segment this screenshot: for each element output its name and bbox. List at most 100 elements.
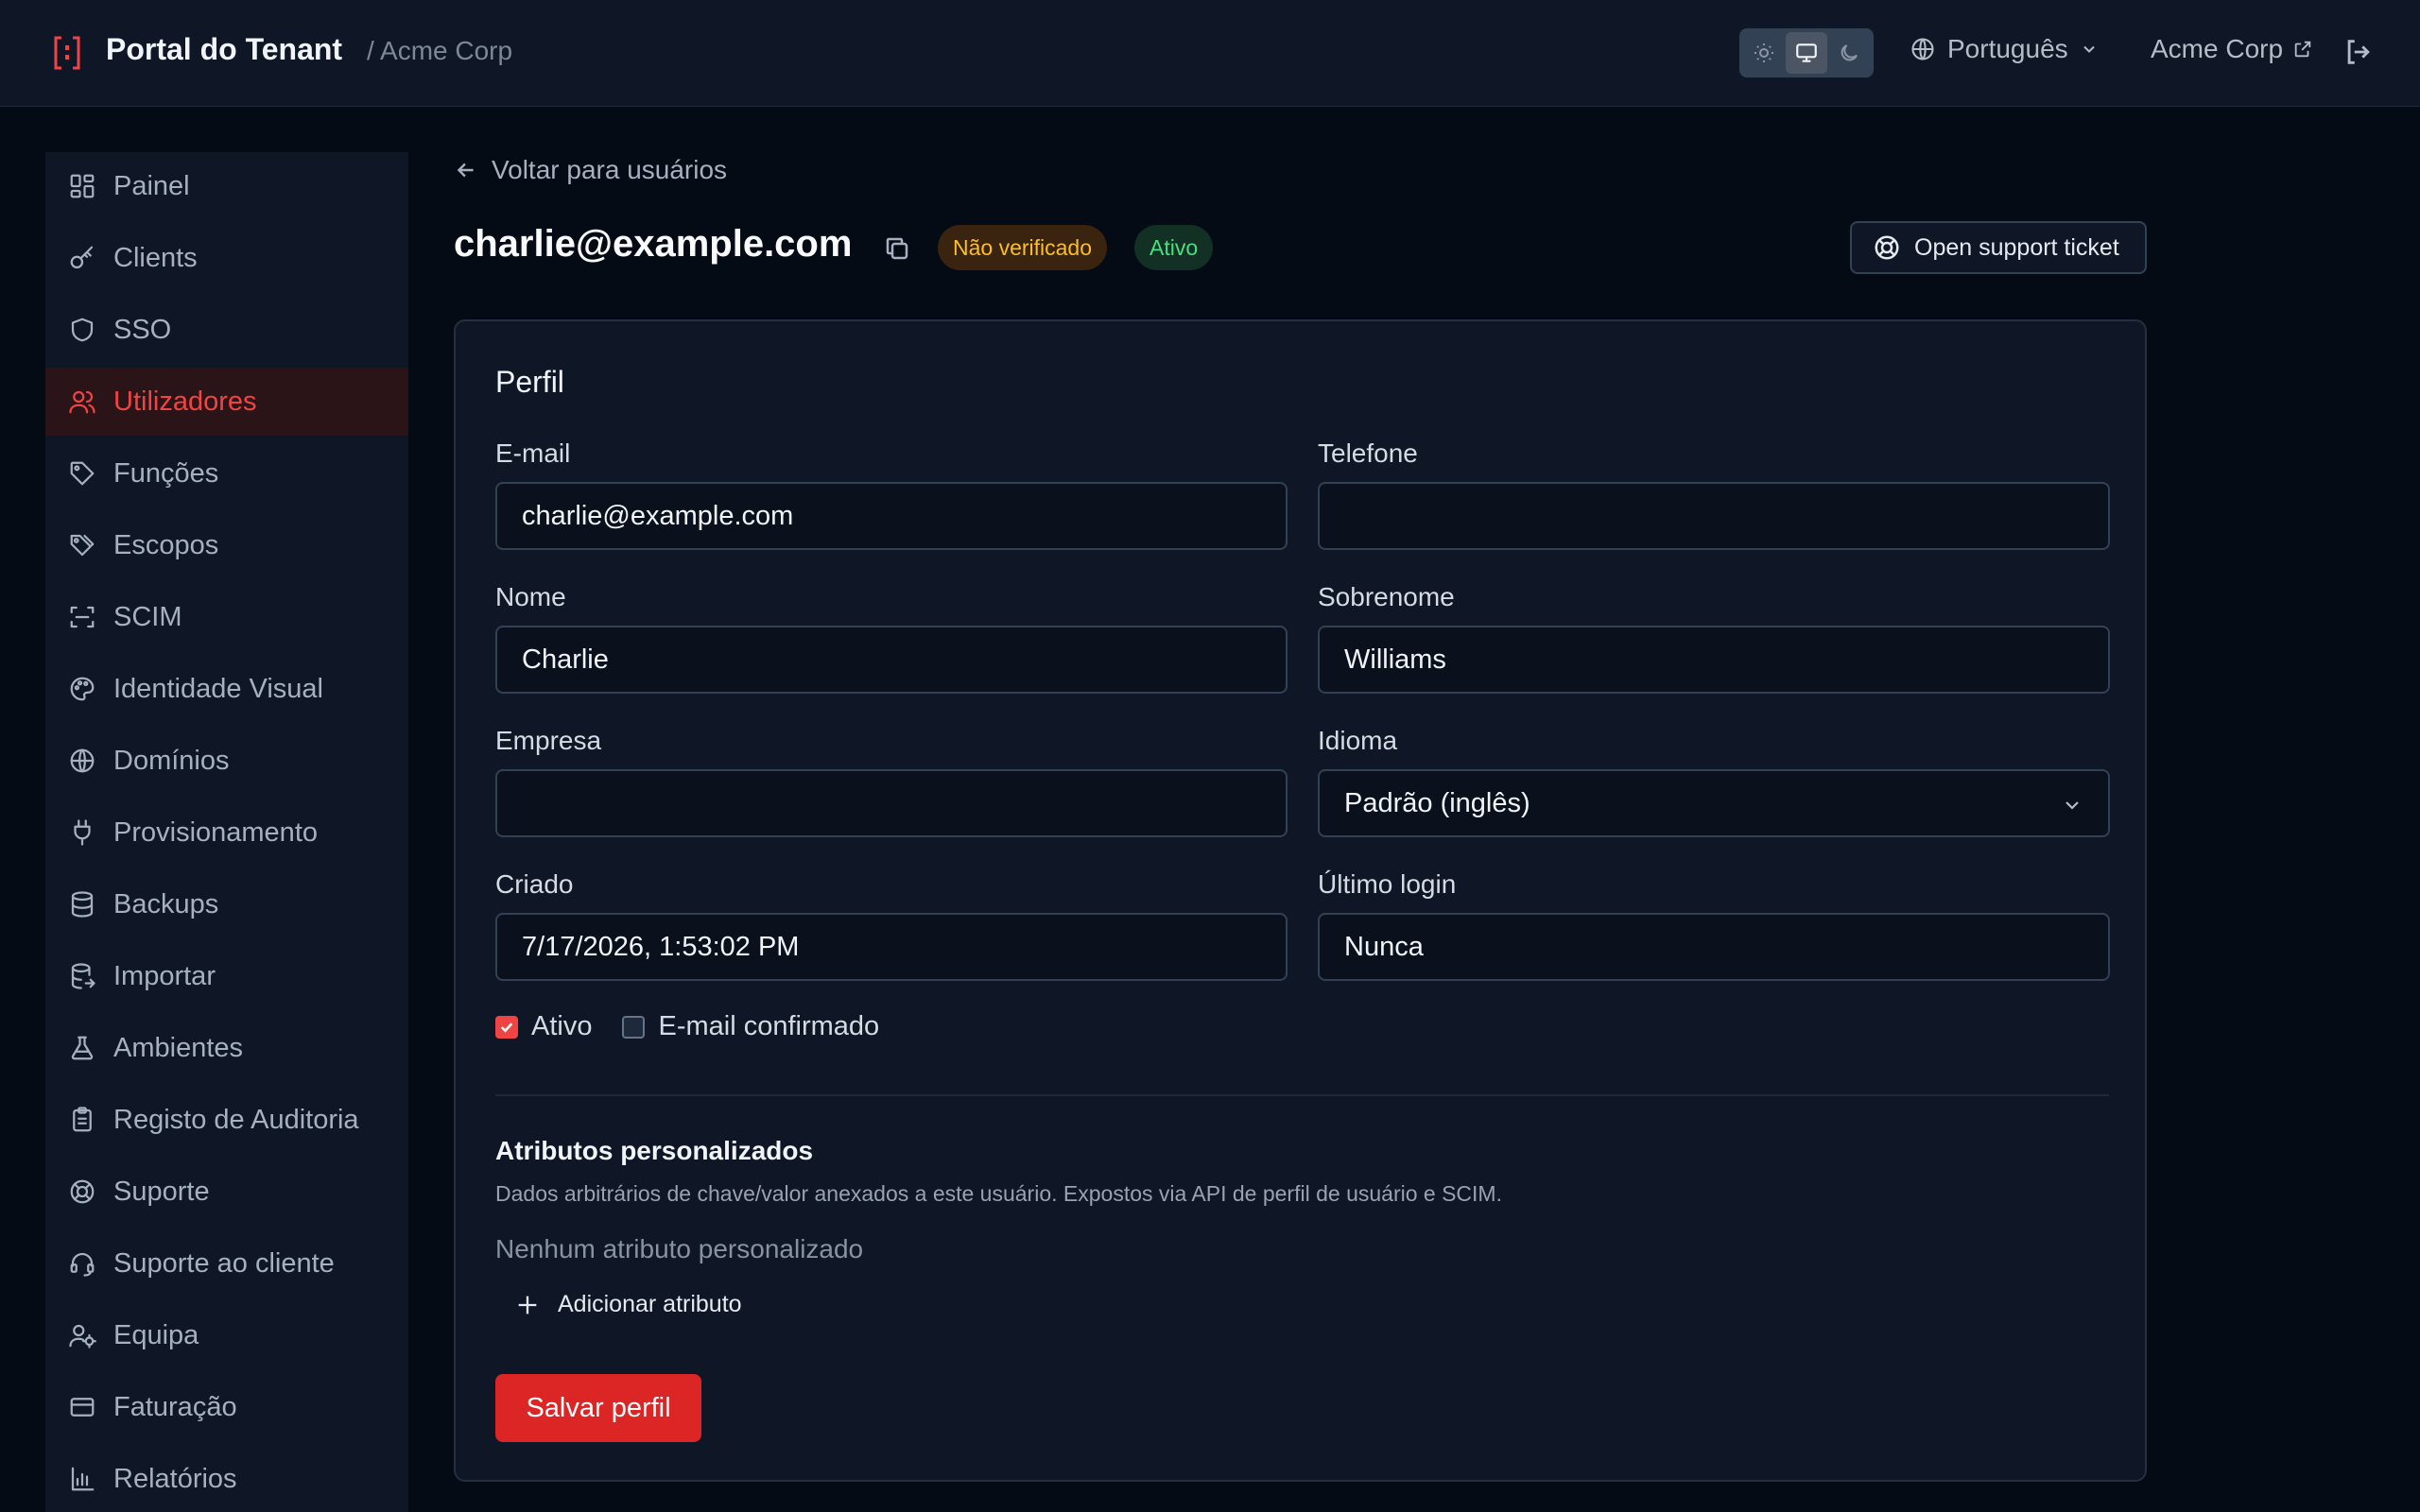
first-name-field[interactable]: Charlie — [495, 626, 1288, 694]
logout-icon[interactable] — [2342, 36, 2375, 68]
sidebar-item-sso[interactable]: SSO — [45, 296, 408, 364]
sidebar-item-ambientes[interactable]: Ambientes — [45, 1014, 408, 1082]
sidebar-item-scim[interactable]: SCIM — [45, 583, 408, 651]
database-icon — [71, 891, 94, 918]
email-confirmed-checkbox[interactable] — [622, 1015, 646, 1039]
email-field[interactable]: charlie@example.com — [495, 482, 1288, 550]
dashboard-icon — [70, 174, 95, 198]
active-checkbox[interactable] — [495, 1015, 518, 1039]
clipboard-icon — [73, 1107, 92, 1132]
company-field[interactable] — [495, 769, 1288, 837]
save-profile-button[interactable]: Salvar perfil — [495, 1374, 701, 1442]
section-divider — [495, 1094, 2109, 1096]
sidebar-item-label: SCIM — [113, 601, 182, 632]
sidebar-item-label: Provisionamento — [113, 816, 318, 848]
checkbox-row: Ativo E-mail confirmado — [495, 1011, 879, 1042]
active-checkbox-label: Ativo — [531, 1011, 593, 1041]
custom-attributes-empty: Nenhum atributo personalizado — [495, 1234, 864, 1263]
brand-logo-icon — [54, 36, 80, 70]
sidebar-item-label: Utilizadores — [113, 386, 257, 417]
app-title[interactable]: Portal do Tenant — [106, 32, 342, 67]
moon-icon — [1841, 44, 1858, 61]
last-login-field[interactable]: Nunca — [1318, 913, 2110, 981]
key-icon — [70, 246, 94, 269]
sidebar-item-domínios[interactable]: Domínios — [45, 727, 408, 795]
sidebar-item-label: SSO — [113, 314, 172, 345]
sidebar-item-relatórios[interactable]: Relatórios — [45, 1445, 408, 1512]
chevron-down-icon — [2083, 45, 2095, 53]
add-attribute-label: Adicionar atributo — [558, 1291, 742, 1317]
tags-icon — [70, 534, 95, 557]
phone-label: Telefone — [1318, 438, 1418, 468]
page-title: charlie@example.com — [454, 223, 853, 265]
chevron-down-icon — [2066, 801, 2079, 810]
language-select[interactable]: Padrão (inglês) — [1318, 769, 2110, 837]
copy-icon[interactable] — [883, 234, 911, 263]
theme-toggle — [1739, 28, 1874, 77]
sidebar-item-importar[interactable]: Importar — [45, 942, 408, 1010]
scan-icon — [70, 606, 95, 628]
sidebar-item-painel[interactable]: Painel — [45, 152, 408, 220]
lifebuoy-icon — [70, 1179, 95, 1204]
last-name-field[interactable]: Williams — [1318, 626, 2110, 694]
bar-chart-icon — [71, 1467, 95, 1491]
tenant-external-link[interactable]: Acme Corp — [2151, 34, 2313, 64]
sidebar-item-faturação[interactable]: Faturação — [45, 1373, 408, 1441]
theme-dark-button[interactable] — [1829, 32, 1870, 74]
sidebar-item-label: Relatórios — [113, 1463, 237, 1494]
sidebar-item-label: Identidade Visual — [113, 673, 323, 704]
back-link-label: Voltar para usuários — [492, 155, 728, 184]
sidebar-item-label: Importar — [113, 960, 216, 991]
credit-card-icon — [70, 1398, 95, 1417]
sidebar-item-backups[interactable]: Backups — [45, 870, 408, 938]
sidebar-item-label: Clients — [113, 242, 198, 273]
sidebar-item-label: Equipa — [113, 1319, 199, 1350]
sidebar: Painel Clients SSO Utilizadores Funções Escop… — [45, 152, 408, 1512]
first-name-label: Nome — [495, 582, 566, 611]
sidebar-item-registo-de-auditoria[interactable]: Registo de Auditoria — [45, 1086, 408, 1154]
created-field[interactable]: 7/17/2026, 1:53:02 PM — [495, 913, 1288, 981]
sidebar-item-utilizadores[interactable]: Utilizadores — [45, 368, 408, 436]
sidebar-item-suporte-ao-cliente[interactable]: Suporte ao cliente — [45, 1229, 408, 1297]
sidebar-item-label: Funções — [113, 457, 219, 489]
sidebar-item-suporte[interactable]: Suporte — [45, 1158, 408, 1226]
language-selector[interactable]: Português — [1910, 34, 2099, 64]
sidebar-item-equipa[interactable]: Equipa — [45, 1301, 408, 1369]
users-icon — [69, 390, 95, 414]
flask-icon — [71, 1036, 94, 1060]
plus-icon — [518, 1296, 537, 1314]
support-button-label: Open support ticket — [1914, 233, 2119, 261]
last-name-label: Sobrenome — [1318, 582, 1455, 611]
profile-card: Perfil E-mail charlie@example.com Telefo… — [454, 319, 2147, 1482]
sidebar-item-funções[interactable]: Funções — [45, 439, 408, 507]
custom-attributes-description: Dados arbitrários de chave/valor anexado… — [495, 1181, 1502, 1206]
last-login-label: Último login — [1318, 869, 1457, 899]
tenant-link-label: Acme Corp — [2151, 34, 2284, 63]
sidebar-item-identidade-visual[interactable]: Identidade Visual — [45, 655, 408, 723]
tag-icon — [70, 461, 95, 486]
theme-system-button[interactable] — [1786, 32, 1827, 74]
phone-field[interactable] — [1318, 482, 2110, 550]
custom-attributes-title: Atributos personalizados — [495, 1136, 814, 1165]
theme-light-button[interactable] — [1743, 32, 1784, 74]
globe-icon — [70, 748, 95, 773]
sidebar-item-escopos[interactable]: Escopos — [45, 511, 408, 579]
profile-card-title: Perfil — [495, 365, 564, 399]
database-import-icon — [71, 963, 95, 989]
sidebar-item-clients[interactable]: Clients — [45, 224, 408, 292]
check-icon — [500, 1022, 513, 1033]
add-attribute-button[interactable]: Adicionar atributo — [514, 1291, 742, 1318]
language-label: Português — [1947, 34, 2068, 63]
headset-icon — [70, 1252, 95, 1277]
sidebar-item-provisionamento[interactable]: Provisionamento — [45, 799, 408, 867]
arrow-left-icon — [457, 163, 474, 178]
back-to-users-link[interactable]: Voltar para usuários — [454, 155, 727, 185]
user-cog-icon — [69, 1324, 96, 1349]
top-bar: Portal do Tenant / Acme Corp Português A… — [0, 0, 2420, 107]
email-confirmed-label: E-mail confirmado — [658, 1011, 880, 1041]
created-label: Criado — [495, 869, 574, 899]
lifebuoy-icon — [1875, 235, 1899, 260]
sidebar-item-label: Painel — [113, 170, 190, 201]
language-select-value: Padrão (inglês) — [1344, 787, 1530, 818]
open-support-ticket-button[interactable]: Open support ticket — [1850, 221, 2147, 274]
